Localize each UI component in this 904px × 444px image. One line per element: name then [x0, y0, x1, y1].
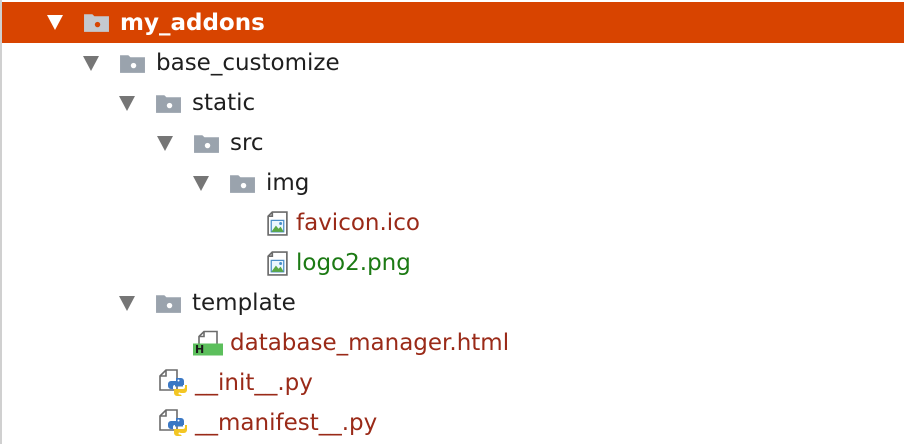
tree-item-database-manager-html[interactable]: H database_manager.html	[2, 323, 904, 363]
folder-icon	[83, 12, 110, 33]
html-file-icon: H	[192, 330, 224, 357]
tree-item-base-customize[interactable]: base_customize	[2, 43, 904, 83]
folder-icon	[229, 173, 256, 194]
tree-item-label: base_customize	[156, 50, 340, 76]
tree-item-label: database_manager.html	[230, 330, 510, 356]
tree-item-label: __manifest__.py	[195, 410, 378, 436]
folder-icon	[155, 93, 182, 114]
folder-icon	[193, 133, 220, 154]
tree-item-favicon-ico[interactable]: favicon.ico	[2, 203, 904, 243]
image-file-icon	[267, 211, 288, 236]
tree-item-label: logo2.png	[296, 250, 411, 276]
tree-item-logo2-png[interactable]: logo2.png	[2, 243, 904, 283]
tree-item-label: favicon.ico	[296, 210, 420, 236]
tree-item-manifest-py[interactable]: __manifest__.py	[2, 403, 904, 443]
tree-item-label: static	[192, 90, 256, 116]
tree-item-src[interactable]: src	[2, 123, 904, 163]
project-tree: my_addons base_customize static src img …	[0, 0, 904, 444]
tree-item-label: template	[192, 290, 296, 316]
tree-item-static[interactable]: static	[2, 83, 904, 123]
tree-item-label: my_addons	[120, 9, 265, 36]
tree-item-label: img	[266, 170, 310, 196]
python-file-icon	[159, 369, 187, 397]
chevron-down-icon[interactable]	[119, 295, 135, 311]
tree-item-my-addons[interactable]: my_addons	[2, 2, 904, 43]
chevron-down-icon[interactable]	[119, 95, 135, 111]
chevron-down-icon[interactable]	[83, 55, 99, 71]
tree-item-init-py[interactable]: __init__.py	[2, 363, 904, 403]
chevron-down-icon[interactable]	[157, 135, 173, 151]
tree-item-label: __init__.py	[195, 370, 313, 396]
python-file-icon	[159, 409, 187, 437]
chevron-down-icon[interactable]	[193, 175, 209, 191]
chevron-down-icon[interactable]	[47, 15, 63, 30]
html-badge: H	[195, 342, 205, 356]
tree-item-label: src	[230, 130, 264, 156]
image-file-icon	[267, 251, 288, 276]
folder-icon	[119, 53, 146, 74]
folder-icon	[155, 293, 182, 314]
tree-item-template[interactable]: template	[2, 283, 904, 323]
tree-item-img[interactable]: img	[2, 163, 904, 203]
